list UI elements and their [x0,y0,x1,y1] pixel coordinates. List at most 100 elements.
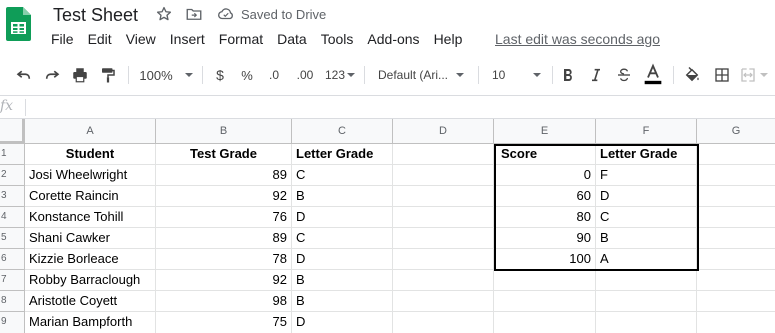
cell-g6[interactable] [697,249,775,270]
column-header-f[interactable]: F [596,119,697,144]
cell-c3[interactable]: B [292,186,393,207]
cell-c8[interactable]: B [292,291,393,312]
cell-g8[interactable] [697,291,775,312]
cell-b4[interactable]: 76 [156,207,292,228]
cell-b1[interactable]: Test Grade [156,144,292,165]
menu-edit[interactable]: Edit [81,29,119,49]
fill-color-icon[interactable] [680,55,704,95]
cell-c4[interactable]: D [292,207,393,228]
merge-cells-icon[interactable] [740,55,770,95]
cell-d4[interactable] [393,207,494,228]
cell-f4[interactable]: C [596,207,697,228]
cell-f9[interactable] [596,312,697,333]
column-header-d[interactable]: D [393,119,494,144]
cell-a8[interactable]: Aristotle Coyett [25,291,156,312]
column-header-g[interactable]: G [697,119,775,144]
menu-data[interactable]: Data [270,29,314,49]
increase-decimal-button[interactable]: .00 [290,55,320,95]
undo-icon[interactable] [12,55,36,95]
cell-g4[interactable] [697,207,775,228]
cell-g7[interactable] [697,270,775,291]
last-edit-link[interactable]: Last edit was seconds ago [495,29,660,49]
text-color-icon[interactable] [641,55,665,95]
cell-b5[interactable]: 89 [156,228,292,249]
document-title[interactable]: Test Sheet [53,4,138,26]
cell-b7[interactable]: 92 [156,270,292,291]
cell-d7[interactable] [393,270,494,291]
column-header-a[interactable]: A [25,119,156,144]
cell-e4[interactable]: 80 [494,207,596,228]
row-header[interactable]: 8 [0,291,25,312]
cell-c1[interactable]: Letter Grade [292,144,393,165]
cell-e8[interactable] [494,291,596,312]
cell-d6[interactable] [393,249,494,270]
font-family-select[interactable]: Default (Ari... [372,55,472,95]
move-folder-icon[interactable] [184,4,204,24]
currency-format-button[interactable]: $ [210,55,230,95]
row-header[interactable]: 4 [0,207,25,228]
cell-d5[interactable] [393,228,494,249]
cell-c9[interactable]: D [292,312,393,333]
cell-f5[interactable]: B [596,228,697,249]
cell-e5[interactable]: 90 [494,228,596,249]
percent-format-button[interactable]: % [236,55,258,95]
cell-a7[interactable]: Robby Barraclough [25,270,156,291]
cell-e7[interactable] [494,270,596,291]
cell-a4[interactable]: Konstance Tohill [25,207,156,228]
row-header[interactable]: 6 [0,249,25,270]
cell-a5[interactable]: Shani Cawker [25,228,156,249]
cell-g3[interactable] [697,186,775,207]
menu-insert[interactable]: Insert [163,29,212,49]
cloud-saved-icon[interactable] [216,4,236,24]
cell-f3[interactable]: D [596,186,697,207]
menu-tools[interactable]: Tools [314,29,361,49]
row-header[interactable]: 1 [0,144,25,165]
cell-d1[interactable] [393,144,494,165]
menu-view[interactable]: View [119,29,163,49]
cell-f6[interactable]: A [596,249,697,270]
cell-e3[interactable]: 60 [494,186,596,207]
cell-f8[interactable] [596,291,697,312]
cell-g1[interactable] [697,144,775,165]
print-icon[interactable] [68,55,92,95]
column-header-e[interactable]: E [494,119,596,144]
cell-e1[interactable]: Score [494,144,596,165]
cell-f1[interactable]: Letter Grade [596,144,697,165]
cell-c5[interactable]: C [292,228,393,249]
column-header-c[interactable]: C [292,119,393,144]
cell-c6[interactable]: D [292,249,393,270]
menu-help[interactable]: Help [427,29,470,49]
italic-icon[interactable] [585,55,607,95]
row-header[interactable]: 5 [0,228,25,249]
cell-g2[interactable] [697,165,775,186]
cell-a2[interactable]: Josi Wheelwright [25,165,156,186]
zoom-select[interactable]: 100% [136,55,196,95]
bold-icon[interactable] [557,55,579,95]
menu-format[interactable]: Format [212,29,270,49]
cell-c7[interactable]: B [292,270,393,291]
decrease-decimal-button[interactable]: .0 [262,55,286,95]
cell-e6[interactable]: 100 [494,249,596,270]
cell-b2[interactable]: 89 [156,165,292,186]
select-all-corner[interactable] [0,119,25,144]
row-header[interactable]: 3 [0,186,25,207]
strikethrough-icon[interactable] [613,55,635,95]
font-size-select[interactable]: 10 [486,55,546,95]
cell-f7[interactable] [596,270,697,291]
cell-e9[interactable] [494,312,596,333]
cell-b3[interactable]: 92 [156,186,292,207]
paint-format-icon[interactable] [96,55,120,95]
cell-d9[interactable] [393,312,494,333]
row-header[interactable]: 9 [0,312,25,333]
cell-b9[interactable]: 75 [156,312,292,333]
redo-icon[interactable] [40,55,64,95]
cell-g9[interactable] [697,312,775,333]
formula-input[interactable] [32,98,762,116]
cell-b8[interactable]: 98 [156,291,292,312]
star-icon[interactable] [154,4,174,24]
cell-c2[interactable]: C [292,165,393,186]
cell-a9[interactable]: Marian Bampforth [25,312,156,333]
more-formats-button[interactable]: 123 [322,55,358,95]
cell-e2[interactable]: 0 [494,165,596,186]
row-header[interactable]: 2 [0,165,25,186]
